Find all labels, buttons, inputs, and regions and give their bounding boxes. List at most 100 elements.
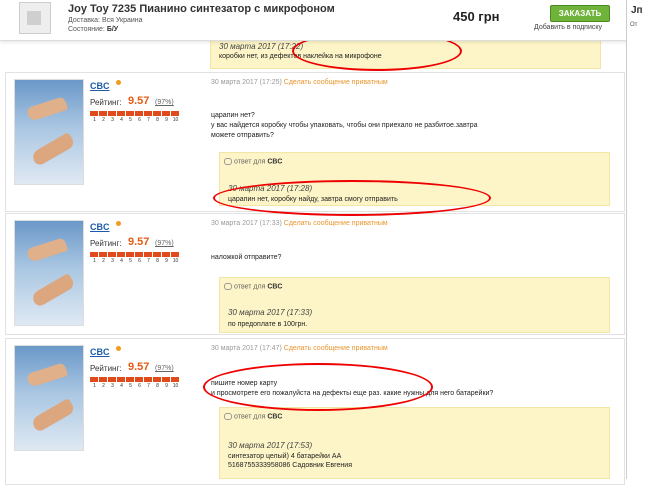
rating-value: 9.57	[128, 95, 150, 107]
rating-scale-number: 4	[120, 117, 123, 123]
reply-label: ответ для	[234, 283, 266, 291]
rating-scale-number: 2	[102, 258, 105, 264]
rating-scale-number: 4	[120, 383, 123, 389]
reply-text: по предоплате в 100грн.	[228, 321, 308, 328]
rating-cell	[117, 111, 125, 116]
rating-cell	[135, 377, 143, 382]
rating-scale: 1 2 3 4 5 6 7 8 9 10	[90, 377, 180, 389]
rating-cell	[153, 377, 161, 382]
rating-scale-number: 3	[111, 258, 114, 264]
rating-cell	[99, 111, 107, 116]
post-date: 30 марта 2017 (17:47)	[211, 345, 282, 352]
rating-scale-number: 1	[93, 117, 96, 123]
rating-cell	[144, 377, 152, 382]
rating-percent-link[interactable]: (97%)	[155, 240, 174, 247]
product-price: 450 грн	[453, 9, 500, 24]
post-text-line: можете отправить?	[211, 132, 274, 139]
reply-to-user[interactable]: CBC	[267, 413, 282, 420]
online-status-icon	[116, 346, 121, 351]
reply-header: ответ для CBC	[224, 158, 282, 165]
annotation-oval	[203, 363, 433, 411]
avatar[interactable]	[14, 220, 84, 326]
rating-scale-number: 5	[129, 117, 132, 123]
reply-label: ответ для	[234, 158, 266, 166]
product-title[interactable]: Joy Toy 7235 Пианино синтезатор с микроф…	[68, 3, 335, 15]
online-status-icon	[116, 80, 121, 85]
product-meta: Доставка: Вся Украина Состояние: Б/У	[68, 16, 143, 34]
online-status-icon	[116, 221, 121, 226]
make-private-link[interactable]: Сделать сообщение приватным	[284, 220, 388, 227]
reply-to-user[interactable]: CBC	[267, 158, 282, 165]
reply-to-user[interactable]: CBC	[267, 283, 282, 290]
rating-cell	[99, 252, 107, 257]
rating-scale-number: 8	[156, 383, 159, 389]
avatar[interactable]	[14, 79, 84, 185]
avatar[interactable]	[14, 345, 84, 451]
username-link[interactable]: CBC	[90, 222, 110, 232]
post-text-line: наложкой отправите?	[211, 254, 282, 261]
rating-cell	[99, 377, 107, 382]
reply-text-line: 5168755333958086 Садовник Евгения	[228, 462, 352, 469]
post-header: 30 марта 2017 (17:25) Сделать сообщение …	[211, 79, 388, 86]
comment-post: CBC Рейтинг: 9.57 (97%) 1 2 3 4 5 6 7 8 9 10 30 м…	[5, 338, 625, 485]
make-private-link[interactable]: Сделать сообщение приватным	[284, 345, 388, 352]
rating-scale-number: 10	[172, 117, 179, 123]
rating-cell	[153, 252, 161, 257]
post-date: 30 марта 2017 (17:25)	[211, 79, 282, 86]
rating-label: Рейтинг:	[90, 239, 122, 248]
post-text-line: у вас найдется коробку чтобы упаковать, …	[211, 122, 478, 129]
rating-cell	[117, 377, 125, 382]
post-header: 30 марта 2017 (17:47) Сделать сообщение …	[211, 345, 388, 352]
rating-cell	[153, 111, 161, 116]
subscribe-link[interactable]: Добавить в подписку	[534, 24, 602, 31]
rating-percent-link[interactable]: (97%)	[155, 99, 174, 106]
rating-cell	[126, 377, 134, 382]
rating-scale-number: 7	[147, 117, 150, 123]
speech-bubble-icon	[224, 413, 232, 420]
rating-cell	[117, 252, 125, 257]
reply-header: ответ для CBC	[224, 283, 282, 290]
right-panel-sub: От	[630, 22, 638, 28]
comment-post: CBC Рейтинг: 9.57 (97%) 1 2 3 4 5 6 7 8 9 10 30 м…	[5, 213, 625, 335]
rating-value: 9.57	[128, 361, 150, 373]
rating-percent-link[interactable]: (97%)	[155, 365, 174, 372]
rating-scale-number: 1	[93, 258, 96, 264]
rating-cell	[135, 252, 143, 257]
rating-scale: 1 2 3 4 5 6 7 8 9 10	[90, 252, 180, 264]
order-button[interactable]: ЗАКАЗАТЬ	[550, 5, 610, 22]
right-panel-title[interactable]: Jп	[631, 5, 643, 16]
rating-cell	[171, 252, 179, 257]
rating-scale-number: 9	[165, 117, 168, 123]
username-link[interactable]: CBC	[90, 81, 110, 91]
condition-value: Б/У	[106, 26, 119, 33]
post-text: царапин нет? у вас найдется коробку чтоб…	[211, 111, 478, 141]
seller-reply: ответ для CBC 30 марта 2017 (17:53) синт…	[219, 407, 610, 479]
rating-cell	[126, 111, 134, 116]
reply-text-line: синтезатор целый) 4 батарейки АА	[228, 453, 342, 460]
annotation-oval	[213, 180, 491, 216]
rating-scale-number: 3	[111, 383, 114, 389]
rating-scale-number: 3	[111, 117, 114, 123]
rating-scale-number: 10	[172, 258, 179, 264]
post-header: 30 марта 2017 (17:33) Сделать сообщение …	[211, 220, 388, 227]
username-link[interactable]: CBC	[90, 347, 110, 357]
rating-cell	[90, 377, 98, 382]
speech-bubble-icon	[224, 283, 232, 290]
rating-scale-number: 6	[138, 383, 141, 389]
rating-value: 9.57	[128, 236, 150, 248]
rating-cell	[171, 111, 179, 116]
reply-date: 30 марта 2017 (17:33)	[228, 308, 313, 317]
seller-reply: ответ для CBC 30 марта 2017 (17:33) по п…	[219, 277, 610, 333]
rating-cell	[162, 377, 170, 382]
rating-scale-number: 5	[129, 383, 132, 389]
rating-cell	[144, 111, 152, 116]
make-private-link[interactable]: Сделать сообщение приватным	[284, 79, 388, 86]
rating-cell	[90, 252, 98, 257]
rating-scale-number: 5	[129, 258, 132, 264]
rating-scale-number: 9	[165, 383, 168, 389]
rating-cell	[90, 111, 98, 116]
rating-cell	[126, 252, 134, 257]
rating-scale-number: 2	[102, 383, 105, 389]
product-thumbnail[interactable]	[19, 2, 51, 34]
rating-scale-number: 8	[156, 258, 159, 264]
